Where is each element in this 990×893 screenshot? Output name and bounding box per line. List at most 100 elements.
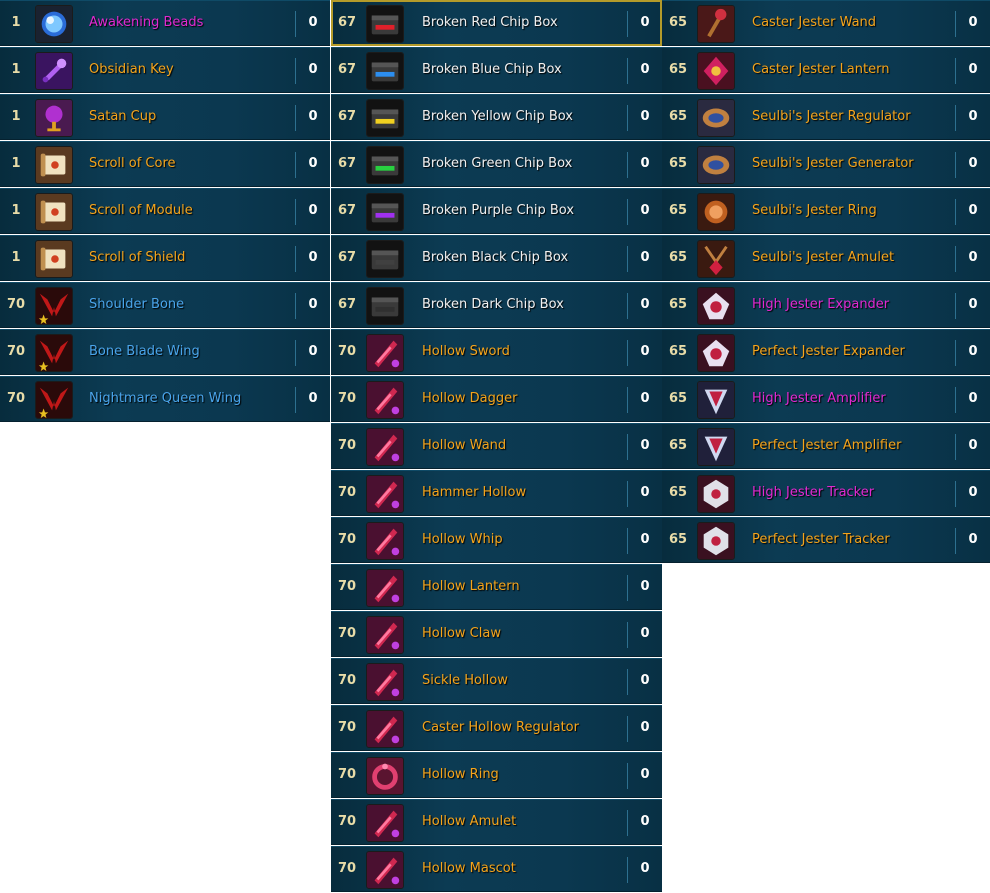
item-row[interactable]: 67 Broken Black Chip Box 0	[331, 235, 662, 281]
item-count: 0	[968, 109, 978, 124]
item-count: 0	[308, 344, 318, 359]
item-level: 70	[337, 391, 357, 406]
item-row[interactable]: 70 Hollow Ring 0	[331, 752, 662, 798]
hollow-weapon-icon	[366, 569, 404, 607]
chip-box-icon	[366, 5, 404, 43]
item-level: 67	[337, 203, 357, 218]
wing-icon	[35, 381, 73, 419]
hollow-weapon-icon	[366, 663, 404, 701]
item-count: 0	[968, 62, 978, 77]
item-count: 0	[308, 203, 318, 218]
hollow-weapon-icon	[366, 428, 404, 466]
item-row[interactable]: 70 Sickle Hollow 0	[331, 658, 662, 704]
jester-regulator-icon	[697, 99, 735, 137]
item-level: 67	[337, 250, 357, 265]
item-level: 65	[668, 391, 688, 406]
item-row[interactable]: 67 Broken Dark Chip Box 0	[331, 282, 662, 328]
item-row[interactable]: 70 Hammer Hollow 0	[331, 470, 662, 516]
item-row[interactable]: 67 Broken Yellow Chip Box 0	[331, 94, 662, 140]
item-row[interactable]: 65 High Jester Tracker 0	[662, 470, 990, 516]
item-level: 67	[337, 109, 357, 124]
item-name: Hollow Dagger	[422, 391, 518, 406]
item-row[interactable]: 67 Broken Red Chip Box 0	[331, 0, 662, 46]
item-level: 65	[668, 203, 688, 218]
item-row[interactable]: 70 Hollow Mascot 0	[331, 846, 662, 892]
item-level: 70	[337, 720, 357, 735]
item-count: 0	[640, 156, 650, 171]
item-name: Obsidian Key	[89, 62, 174, 77]
item-level: 70	[337, 438, 357, 453]
item-level: 67	[337, 15, 357, 30]
item-row[interactable]: 67 Broken Purple Chip Box 0	[331, 188, 662, 234]
item-row[interactable]: 70 Hollow Dagger 0	[331, 376, 662, 422]
item-row[interactable]: 70 Hollow Sword 0	[331, 329, 662, 375]
item-count: 0	[968, 297, 978, 312]
item-row[interactable]: 65 Perfect Jester Tracker 0	[662, 517, 990, 563]
item-name: High Jester Tracker	[752, 485, 875, 500]
item-row[interactable]: 1 Scroll of Shield 0	[0, 235, 330, 281]
item-name: Seulbi's Jester Amulet	[752, 250, 895, 265]
item-row[interactable]: 70 Nightmare Queen Wing 0	[0, 376, 330, 422]
item-level: 70	[6, 297, 26, 312]
item-count: 0	[968, 250, 978, 265]
item-name: Scroll of Shield	[89, 250, 186, 265]
item-level: 70	[6, 391, 26, 406]
item-count: 0	[640, 15, 650, 30]
item-row[interactable]: 67 Broken Green Chip Box 0	[331, 141, 662, 187]
item-name: Broken Purple Chip Box	[422, 203, 575, 218]
item-row[interactable]: 70 Hollow Amulet 0	[331, 799, 662, 845]
item-row[interactable]: 1 Scroll of Module 0	[0, 188, 330, 234]
satan-cup-icon	[35, 99, 73, 137]
item-level: 65	[668, 438, 688, 453]
item-name: Nightmare Queen Wing	[89, 391, 242, 406]
scroll-icon	[35, 193, 73, 231]
item-count: 0	[308, 109, 318, 124]
item-row[interactable]: 65 Caster Jester Lantern 0	[662, 47, 990, 93]
item-row[interactable]: 65 Seulbi's Jester Generator 0	[662, 141, 990, 187]
item-row[interactable]: 70 Hollow Lantern 0	[331, 564, 662, 610]
item-level: 65	[668, 344, 688, 359]
item-name: Hollow Whip	[422, 532, 503, 547]
item-count: 0	[308, 391, 318, 406]
item-name: Broken Black Chip Box	[422, 250, 569, 265]
item-row[interactable]: 70 Hollow Whip 0	[331, 517, 662, 563]
item-row[interactable]: 70 Hollow Claw 0	[331, 611, 662, 657]
item-row[interactable]: 1 Satan Cup 0	[0, 94, 330, 140]
item-level: 65	[668, 250, 688, 265]
item-row[interactable]: 1 Obsidian Key 0	[0, 47, 330, 93]
item-count: 0	[968, 438, 978, 453]
item-level: 70	[337, 532, 357, 547]
item-name: Broken Dark Chip Box	[422, 297, 564, 312]
jester-tracker-icon	[697, 522, 735, 560]
item-row[interactable]: 65 High Jester Expander 0	[662, 282, 990, 328]
hollow-weapon-icon	[366, 851, 404, 889]
item-row[interactable]: 65 Seulbi's Jester Ring 0	[662, 188, 990, 234]
item-row[interactable]: 70 Shoulder Bone 0	[0, 282, 330, 328]
item-row[interactable]: 65 High Jester Amplifier 0	[662, 376, 990, 422]
obsidian-key-icon	[35, 52, 73, 90]
item-level: 67	[337, 297, 357, 312]
item-count: 0	[308, 297, 318, 312]
item-row[interactable]: 1 Scroll of Core 0	[0, 141, 330, 187]
item-count: 0	[640, 203, 650, 218]
item-row[interactable]: 70 Bone Blade Wing 0	[0, 329, 330, 375]
item-row[interactable]: 65 Seulbi's Jester Amulet 0	[662, 235, 990, 281]
item-row[interactable]: 65 Seulbi's Jester Regulator 0	[662, 94, 990, 140]
item-level: 65	[668, 109, 688, 124]
item-count: 0	[640, 861, 650, 876]
item-row[interactable]: 1 Awakening Beads 0	[0, 0, 330, 46]
item-name: Awakening Beads	[89, 15, 204, 30]
jester-amplifier-icon	[697, 381, 735, 419]
item-level: 1	[11, 15, 21, 30]
item-level: 65	[668, 532, 688, 547]
jester-regulator-icon	[697, 146, 735, 184]
item-row[interactable]: 65 Perfect Jester Expander 0	[662, 329, 990, 375]
item-count: 0	[308, 15, 318, 30]
item-row[interactable]: 65 Perfect Jester Amplifier 0	[662, 423, 990, 469]
jester-amulet-icon	[697, 240, 735, 278]
item-count: 0	[640, 297, 650, 312]
item-row[interactable]: 70 Hollow Wand 0	[331, 423, 662, 469]
item-row[interactable]: 67 Broken Blue Chip Box 0	[331, 47, 662, 93]
item-row[interactable]: 70 Caster Hollow Regulator 0	[331, 705, 662, 751]
item-row[interactable]: 65 Caster Jester Wand 0	[662, 0, 990, 46]
